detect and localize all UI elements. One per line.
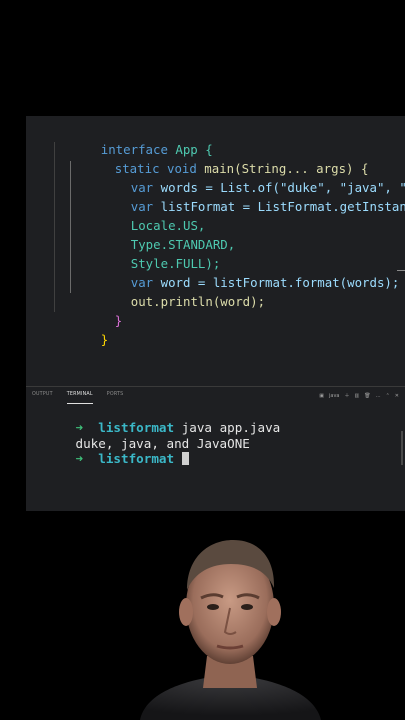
maximize-icon[interactable]: ⌃	[386, 393, 390, 399]
code-line-6: Type.STANDARD,	[86, 216, 235, 252]
more-icon[interactable]: …	[376, 393, 381, 399]
split-icon[interactable]: ▥	[355, 393, 360, 399]
closing-brace: }	[114, 313, 123, 328]
terminal-toolbar: ▣ java ＋ ▥ 🗑 … ⌃ ✕	[319, 392, 399, 400]
close-icon[interactable]: ✕	[395, 393, 399, 399]
tab-ports[interactable]: PORTS	[107, 392, 124, 404]
add-terminal-icon[interactable]: ＋	[344, 392, 349, 399]
presenter-eye-right	[241, 604, 253, 610]
trash-icon[interactable]: 🗑	[364, 393, 370, 399]
terminal-line-command: ➜ listformat java app.java	[30, 404, 281, 435]
prompt-directory: listformat	[98, 451, 175, 466]
code-line-11: }	[56, 311, 108, 347]
code-line-1: interface App {	[56, 121, 213, 157]
presenter-eye-left	[207, 604, 219, 610]
code-line-7: Style.FULL);	[86, 235, 221, 271]
indent-guide	[54, 142, 55, 312]
presenter-ear-right	[267, 598, 281, 626]
shell-label[interactable]: java	[329, 393, 339, 399]
tab-output[interactable]: OUTPUT	[32, 392, 53, 404]
terminal-cursor[interactable]	[181, 452, 189, 465]
terminal-icon: ▣	[319, 392, 324, 399]
code-line-8: var word = listFormat.format(words);	[86, 254, 400, 290]
terminal-line-output: duke, java, and JavaONE	[30, 420, 250, 451]
terminal-line-prompt: ➜ listformat	[30, 435, 189, 466]
panel-tabs: OUTPUT TERMINAL PORTS	[32, 392, 123, 404]
code-text: out.println(word);	[130, 294, 266, 309]
screen: interface App { static void main(String.…	[0, 0, 405, 720]
presenter-ear-left	[179, 598, 193, 626]
tab-terminal[interactable]: TERMINAL	[66, 392, 93, 404]
code-line-3: var words = List.of("duke", "java", "Jav…	[86, 159, 405, 195]
code-line-2: static void main(String... args) {	[70, 140, 369, 176]
code-editor[interactable]: interface App { static void main(String.…	[26, 116, 405, 386]
code-line-9: out.println(word);	[86, 273, 265, 309]
prompt-arrow-icon: ➜	[75, 451, 84, 466]
code-line-5: Locale.US,	[86, 197, 206, 233]
closing-brace: }	[100, 332, 109, 347]
terminal-panel[interactable]: OUTPUT TERMINAL PORTS ▣ java ＋ ▥ 🗑 … ⌃ ✕…	[26, 386, 405, 511]
code-line-4: var listFormat = ListFormat.getInstance(	[86, 178, 405, 214]
code-line-10: }	[70, 292, 122, 328]
terminal-scrollbar[interactable]	[401, 431, 403, 465]
presenter-video	[140, 540, 321, 720]
